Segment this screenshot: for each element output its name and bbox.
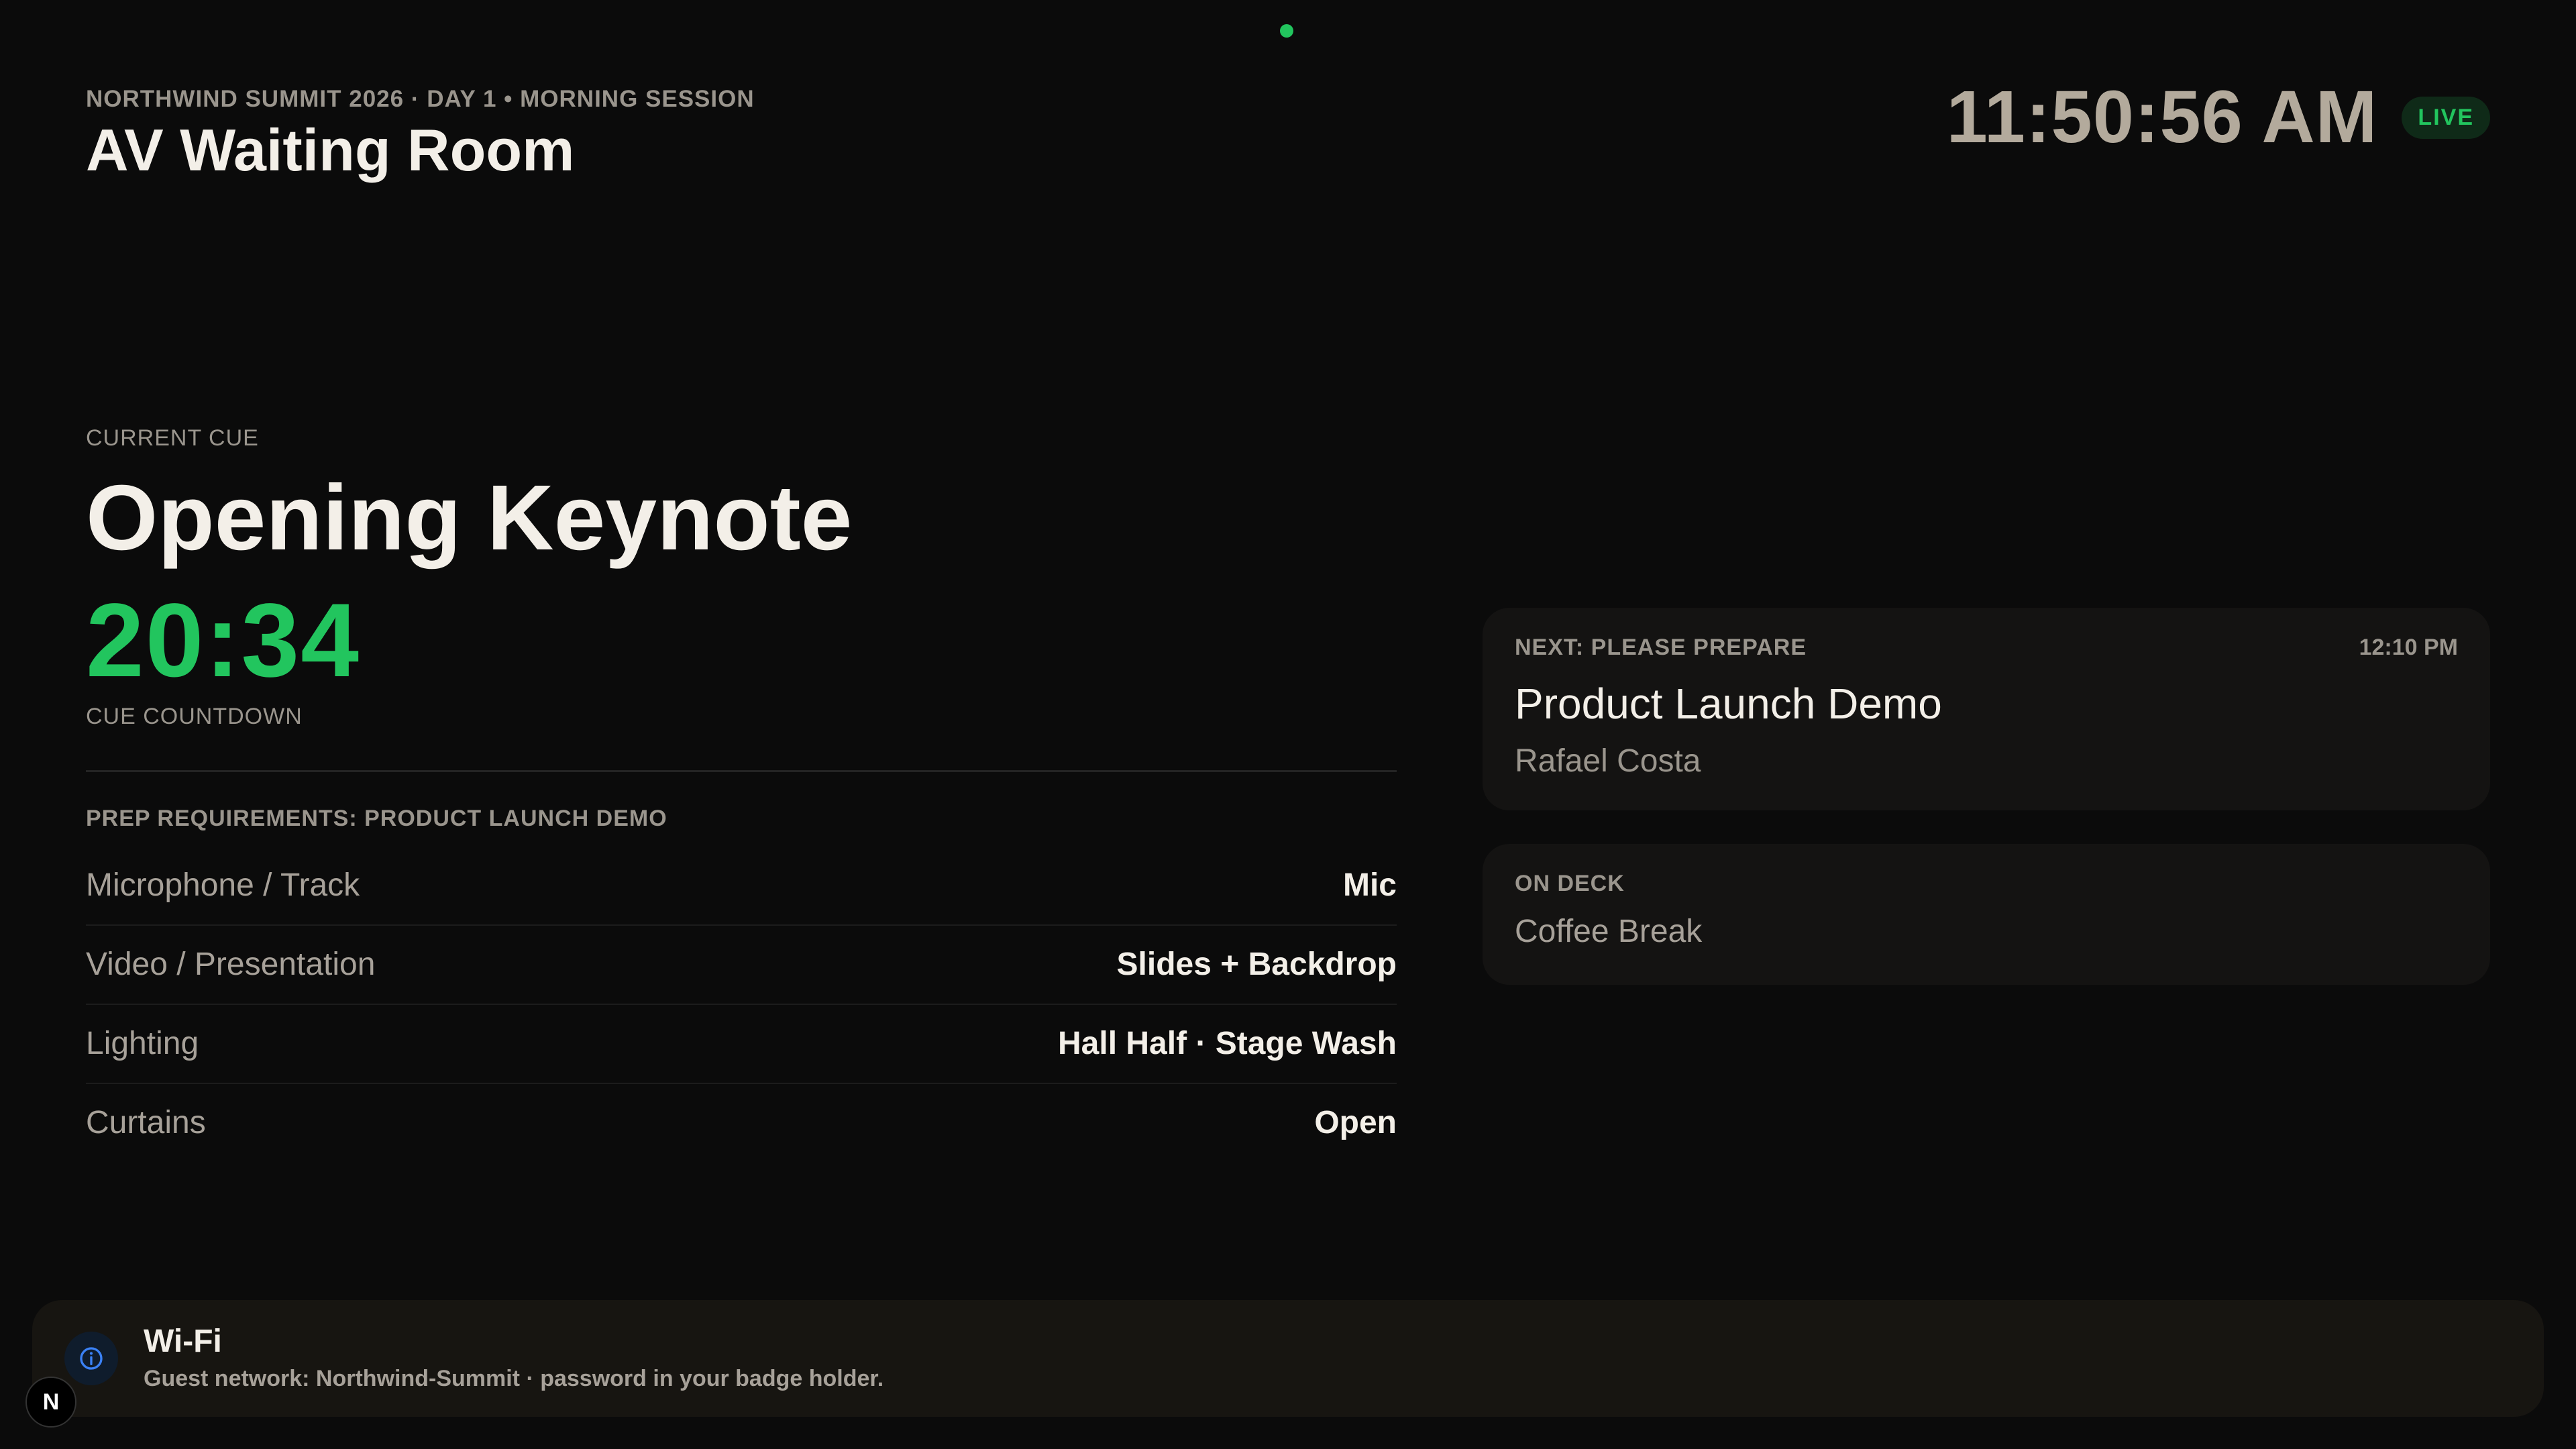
next-cue-title: Product Launch Demo: [1515, 680, 1942, 728]
current-time: 11:50:56 AM: [1946, 76, 2378, 158]
current-cue-title: Opening Keynote: [86, 466, 853, 570]
current-cue-label: CURRENT CUE: [86, 425, 259, 451]
event-eyebrow: NORTHWIND SUMMIT 2026 · DAY 1 • MORNING …: [86, 86, 755, 112]
notice-text: Guest network: Northwind-Summit · passwo…: [144, 1365, 884, 1391]
prep-row-label: Curtains: [86, 1105, 206, 1141]
live-badge: LIVE: [2402, 96, 2490, 139]
on-deck-label: ON DECK: [1515, 871, 1625, 896]
info-icon: [64, 1332, 118, 1385]
page-title: AV Waiting Room: [86, 117, 575, 183]
next-cue-speaker: Rafael Costa: [1515, 743, 1701, 779]
prep-row-value: Hall Half · Stage Wash: [1058, 1026, 1397, 1062]
notice-text-block: Wi-Fi Guest network: Northwind-Summit · …: [144, 1323, 884, 1392]
prep-row-value: Mic: [1342, 867, 1397, 904]
divider: [86, 769, 1397, 772]
prep-row-label: Microphone / Track: [86, 867, 360, 904]
upcoming-panel: NEXT: PLEASE PREPARE 12:10 PM Product La…: [1483, 608, 2490, 985]
header: NORTHWIND SUMMIT 2026 · DAY 1 • MORNING …: [86, 86, 755, 180]
prep-row-label: Lighting: [86, 1026, 199, 1062]
live-status-dot: [1280, 24, 1293, 38]
prep-row-curtains: Curtains Open: [86, 1084, 1397, 1162]
prep-requirements-title: PREP REQUIREMENTS: PRODUCT LAUNCH DEMO: [86, 805, 667, 831]
prep-row-lighting: Lighting Hall Half · Stage Wash: [86, 1005, 1397, 1084]
next-cue-label: NEXT: PLEASE PREPARE: [1515, 635, 1807, 660]
app-logo-letter: N: [42, 1389, 60, 1415]
cue-countdown: 20:34: [86, 582, 360, 699]
info-icon-glyph: [80, 1347, 103, 1370]
wifi-notice-bar: Wi-Fi Guest network: Northwind-Summit · …: [32, 1300, 2544, 1417]
next-cue-time: 12:10 PM: [2359, 635, 2458, 660]
prep-row-microphone: Microphone / Track Mic: [86, 847, 1397, 926]
waiting-room-screen: NORTHWIND SUMMIT 2026 · DAY 1 • MORNING …: [0, 0, 2576, 1449]
prep-row-value: Slides + Backdrop: [1116, 947, 1397, 983]
next-cue-header: NEXT: PLEASE PREPARE 12:10 PM: [1515, 635, 2458, 661]
cue-countdown-label: CUE COUNTDOWN: [86, 703, 303, 729]
prep-row-video: Video / Presentation Slides + Backdrop: [86, 926, 1397, 1005]
on-deck-title: Coffee Break: [1515, 914, 1703, 949]
on-deck-card: ON DECK Coffee Break: [1483, 844, 2490, 985]
app-logo-badge[interactable]: N: [25, 1377, 76, 1428]
clock-area: 11:50:56 AM LIVE: [1947, 80, 2490, 154]
prep-row-value: Open: [1314, 1105, 1397, 1141]
next-cue-card: NEXT: PLEASE PREPARE 12:10 PM Product La…: [1483, 608, 2490, 810]
prep-row-label: Video / Presentation: [86, 947, 376, 983]
prep-requirements-list: Microphone / Track Mic Video / Presentat…: [86, 847, 1397, 1162]
notice-title: Wi-Fi: [144, 1323, 222, 1359]
current-cue-panel: CURRENT CUE Opening Keynote 20:34 CUE CO…: [86, 425, 1397, 1162]
